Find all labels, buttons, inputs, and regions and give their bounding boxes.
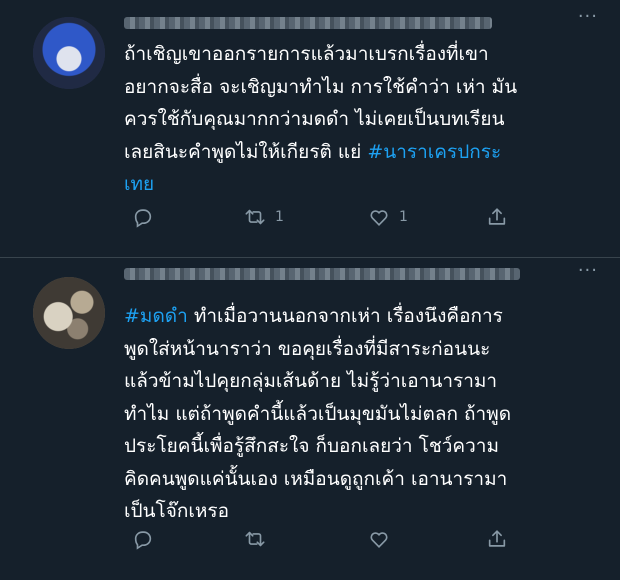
tweet-text-line: เทย (124, 168, 584, 201)
share-button[interactable] (486, 206, 508, 228)
tweet-text: #มดดำ ทำเมื่อวานนอกจากเห่า เรื่องนึงคือก… (124, 300, 584, 528)
like-icon (370, 210, 388, 226)
avatar-image (33, 17, 105, 89)
tweet-text-line: ประโยคนี้เพื่อรู้สึกสะใจ ก็บอกเลยว่า โชว… (124, 430, 584, 463)
tweet-text-segment: แล้วข้ามไปคุยกลุ่มเส้นด้าย ไม่รู้ว่าเอาน… (124, 370, 498, 392)
tweet-text-line: แล้วข้ามไปคุยกลุ่มเส้นด้าย ไม่รู้ว่าเอาน… (124, 365, 584, 398)
author-name-blurred (124, 268, 520, 280)
tweet-text-line: ควรใช้กับคุณมากกว่ามดดำ ไม่เคยเป็นบทเรีย… (124, 103, 584, 136)
reply-icon (134, 531, 152, 550)
tweet-text-segment: ทำไม แต่ถ้าพูดคำนี้แล้วเป็นมุขมันไม่ตลก … (124, 402, 512, 425)
share-button[interactable] (486, 528, 508, 550)
tweet-text-segment: ประโยคนี้เพื่อรู้สึกสะใจ ก็บอกเลยว่า โชว… (124, 435, 499, 457)
tweet-text-line: อยากจะสื่อ จะเชิญมาทำไม การใช้คำว่า เห่า… (124, 71, 584, 104)
author-name-blurred (124, 17, 492, 29)
tweet-text-line: เป็นโจ๊กเหรอ (124, 495, 584, 528)
retweet-button[interactable]: 1 (244, 206, 284, 228)
tweet-text-segment: เลยสินะคำพูดไม่ให้เกียรติ แย่ (124, 140, 368, 163)
tweet-text-line: คิดคนพูดแค่นั้นเอง เหมือนดูถูกเค้า เอานา… (124, 463, 584, 496)
hashtag-link[interactable]: #นาราเครปกระ (367, 141, 501, 163)
hashtag-link[interactable]: เทย (124, 173, 154, 195)
avatar[interactable] (33, 17, 105, 89)
tweet-text-segment: ควรใช้กับคุณมากกว่ามดดำ ไม่เคยเป็นบทเรีย… (124, 108, 505, 130)
tweet-text-segment: ถ้าเชิญเขาออกรายการแล้วมาเบรกเรื่องที่เข… (124, 43, 489, 65)
tweet-text-segment: เป็นโจ๊กเหรอ (124, 500, 230, 522)
more-icon[interactable]: ··· (578, 262, 598, 280)
like-count: 1 (399, 209, 408, 225)
reply-button[interactable] (132, 206, 154, 228)
tweet-text-line: พูดใส่หน้านาราว่า ขอคุยเรื่องที่มีสาระก่… (124, 333, 584, 366)
hashtag-link[interactable]: #มดดำ (124, 305, 188, 327)
like-icon (370, 532, 388, 548)
tweet-text-segment: พูดใส่หน้านาราว่า ขอคุยเรื่องที่มีสาระก่… (124, 337, 491, 360)
share-icon (488, 208, 506, 225)
retweet-icon (245, 531, 265, 547)
like-button[interactable] (368, 528, 399, 550)
reply-button[interactable] (132, 528, 154, 550)
retweet-icon (245, 209, 265, 225)
tweet[interactable]: ··· ถ้าเชิญเขาออกรายการแล้วมาเบรกเรื่องท… (0, 0, 620, 258)
avatar[interactable] (33, 277, 105, 349)
reply-icon (134, 209, 152, 228)
tweet-text: ถ้าเชิญเขาออกรายการแล้วมาเบรกเรื่องที่เข… (124, 38, 584, 201)
retweet-count: 1 (275, 209, 284, 225)
more-icon[interactable]: ··· (578, 8, 598, 26)
tweet[interactable]: ··· #มดดำ ทำเมื่อวานนอกจากเห่า เรื่องนึง… (0, 258, 620, 580)
tweet-text-line: ทำไม แต่ถ้าพูดคำนี้แล้วเป็นมุขมันไม่ตลก … (124, 398, 584, 431)
tweet-text-line: ถ้าเชิญเขาออกรายการแล้วมาเบรกเรื่องที่เข… (124, 38, 584, 71)
tweet-text-segment: ทำเมื่อวานนอกจากเห่า เรื่องนึงคือการ (187, 305, 503, 327)
tweet-text-line: #มดดำ ทำเมื่อวานนอกจากเห่า เรื่องนึงคือก… (124, 300, 584, 333)
avatar-image (33, 277, 105, 349)
like-button[interactable]: 1 (368, 206, 408, 228)
share-icon (488, 530, 506, 547)
retweet-button[interactable] (244, 528, 275, 550)
tweet-text-line: เลยสินะคำพูดไม่ให้เกียรติ แย่ #นาราเครปก… (124, 136, 584, 169)
tweet-text-segment: อยากจะสื่อ จะเชิญมาทำไม การใช้คำว่า เห่า… (124, 75, 518, 98)
tweet-text-segment: คิดคนพูดแค่นั้นเอง เหมือนดูถูกเค้า เอานา… (124, 467, 508, 490)
